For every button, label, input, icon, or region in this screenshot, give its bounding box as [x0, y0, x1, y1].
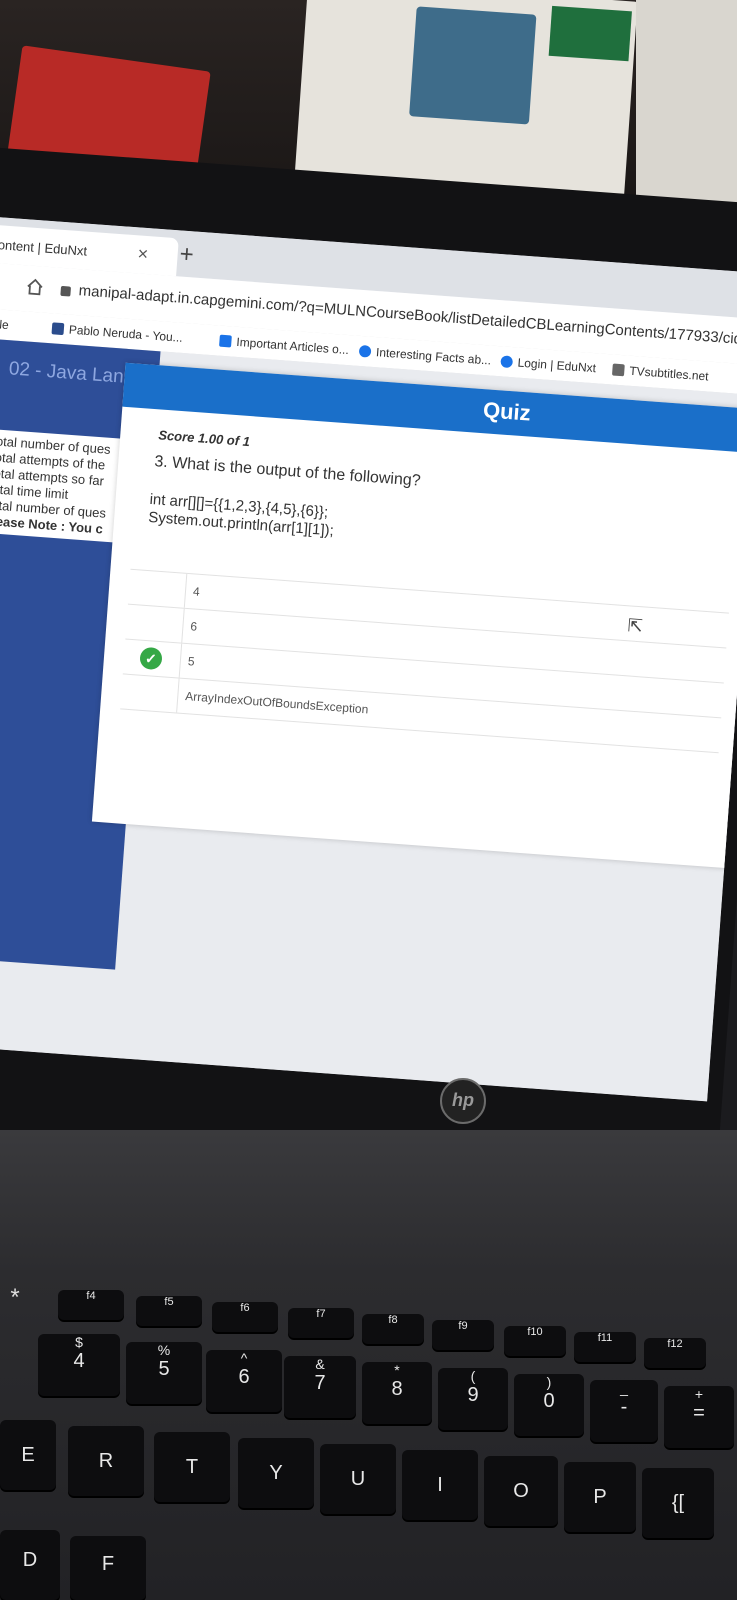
bookmark-icon: [611, 363, 625, 377]
new-tab-icon[interactable]: +: [179, 240, 195, 269]
tab-title: ontent | EduNxt: [0, 237, 88, 259]
f11-key[interactable]: f11: [574, 1332, 636, 1362]
quiz-title: Quiz: [482, 397, 532, 426]
bookmark-google[interactable]: Google: [0, 315, 9, 332]
f4-key[interactable]: f4: [58, 1290, 124, 1320]
key-d[interactable]: D: [0, 1530, 60, 1600]
bookmark-login-edunxt[interactable]: Login | EduNxt: [500, 354, 596, 375]
key-i[interactable]: I: [402, 1450, 478, 1520]
key-9[interactable]: (9: [438, 1368, 508, 1430]
bookmark-icon: [51, 322, 65, 336]
f6-key[interactable]: f6: [212, 1302, 278, 1332]
box-label: [548, 5, 632, 62]
f12-key[interactable]: f12: [644, 1338, 706, 1368]
close-icon[interactable]: ×: [137, 243, 149, 265]
bookmark-interesting-facts[interactable]: Interesting Facts ab...: [358, 344, 492, 368]
f7-key[interactable]: f7: [288, 1308, 354, 1338]
asterisk-label: *: [10, 1284, 20, 1311]
key-t[interactable]: T: [154, 1432, 230, 1502]
course-title: 02 - Java Lan: [8, 358, 125, 388]
key-0[interactable]: ) 0: [514, 1374, 584, 1436]
bookmark-tvsubtitles[interactable]: TVsubtitles.net: [611, 362, 709, 384]
bookmark-icon: [358, 344, 372, 358]
answer-label: 6: [189, 619, 198, 634]
answer-label: 4: [192, 584, 201, 599]
key-r[interactable]: R: [68, 1426, 144, 1496]
key-6[interactable]: ^ 6: [206, 1350, 282, 1412]
key-4[interactable]: $4: [38, 1334, 120, 1396]
answer-label: 5: [187, 654, 196, 669]
box-picture: [409, 6, 537, 125]
key-o[interactable]: O: [484, 1456, 558, 1526]
score-text: Score 1.00 of 1: [157, 427, 251, 450]
answer-label: ArrayIndexOutOfBoundsException: [184, 689, 369, 717]
f9-key[interactable]: f9: [432, 1320, 494, 1350]
f10-key[interactable]: f10: [504, 1326, 566, 1356]
bookmark-icon: [219, 334, 232, 348]
f8-key[interactable]: f8: [362, 1314, 424, 1344]
laptop-screen: ontent | EduNxt × + manipal-adapt.in.cap…: [0, 215, 737, 1102]
key-f[interactable]: F: [70, 1536, 146, 1600]
f5-key[interactable]: f5: [136, 1296, 202, 1326]
quiz-dialog: Quiz Score 1.00 of 1 3. What is the outp…: [91, 362, 737, 869]
key-p[interactable]: P: [564, 1462, 636, 1532]
key-e[interactable]: E: [0, 1420, 56, 1490]
page-content: 02 - Java Lan Total number of ques Total…: [0, 336, 737, 1102]
key-7[interactable]: & 7: [284, 1356, 356, 1418]
code-block: int arr[][]={{1,2,3},{4,5},{6}}; System.…: [148, 491, 336, 541]
hp-logo: hp: [440, 1078, 486, 1124]
answer-options: 4 6 ✓ 5 ArrayIndexOutOfBoundsException: [120, 568, 729, 754]
key-bracket[interactable]: {[: [642, 1468, 714, 1538]
key-y[interactable]: Y: [238, 1438, 314, 1508]
key-5[interactable]: % 5: [126, 1342, 202, 1404]
key-minus[interactable]: _ -: [590, 1380, 658, 1442]
home-icon[interactable]: [24, 276, 45, 297]
key-8[interactable]: * 8: [362, 1362, 432, 1424]
bookmark-pablo-neruda[interactable]: Pablo Neruda - You...: [51, 321, 183, 345]
check-icon: ✓: [139, 646, 163, 671]
bookmark-icon: [500, 355, 514, 369]
key-equals[interactable]: + =: [664, 1386, 734, 1448]
bookmark-important-articles[interactable]: Important Articles o...: [219, 334, 349, 357]
question-text: 3. What is the output of the following?: [153, 453, 422, 490]
key-u[interactable]: U: [320, 1444, 396, 1514]
mouse-cursor-icon: ⇱: [626, 615, 644, 637]
lock-icon: [60, 285, 72, 297]
